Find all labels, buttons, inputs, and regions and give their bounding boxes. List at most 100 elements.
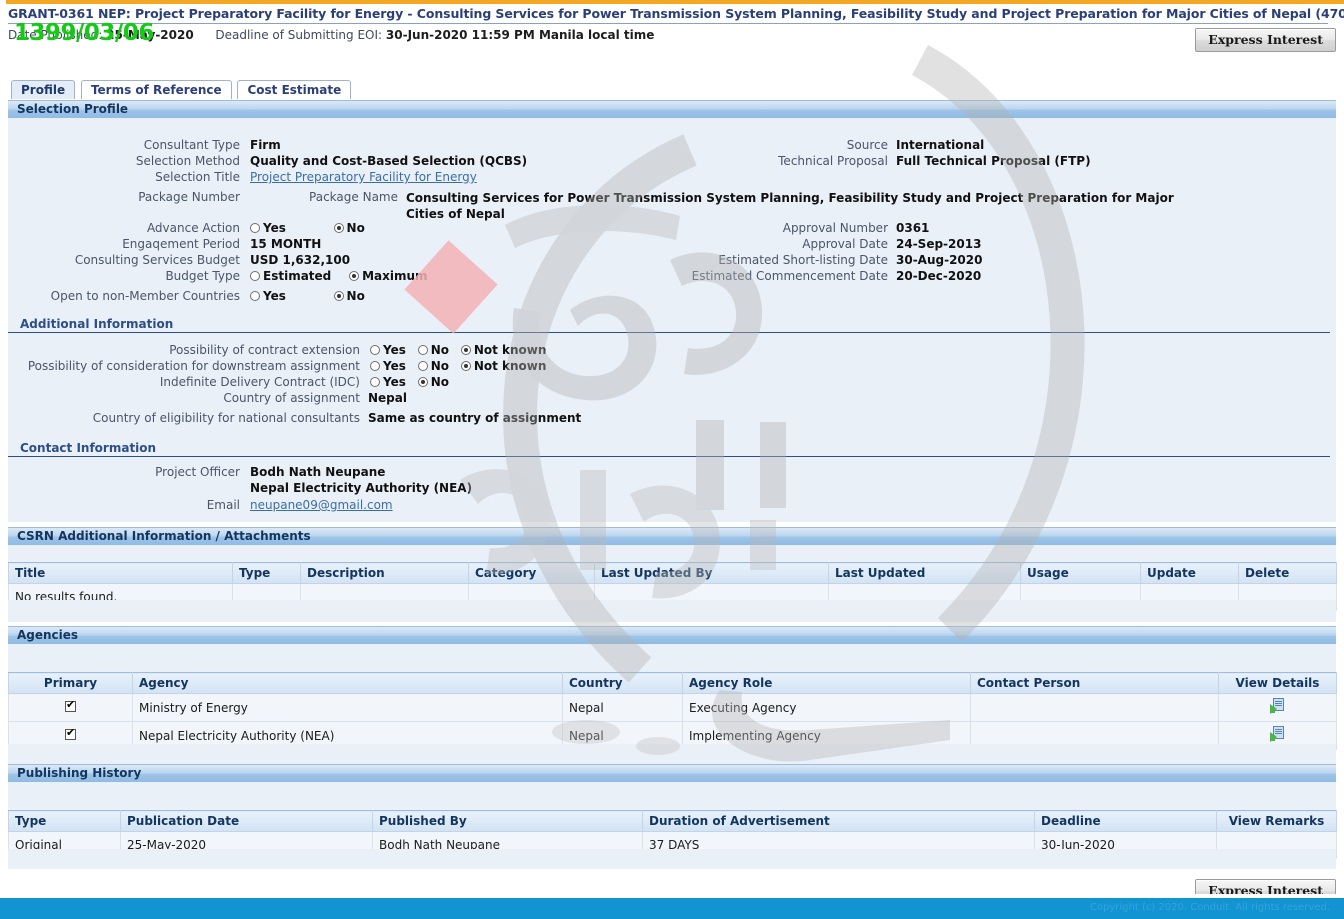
csrn-col-last-updated[interactable]: Last Updated (828, 562, 1021, 584)
selection-title-link[interactable]: Project Preparatory Facility for Energy (250, 170, 477, 184)
advance-action-yes-label: Yes (263, 221, 286, 235)
publishing-history-spacer (8, 782, 1336, 810)
open-non-member-yes-radio[interactable] (250, 291, 260, 301)
consulting-services-budget-label: Consulting Services Budget (74, 253, 240, 267)
table-row: Ministry of Energy Nepal Executing Agenc… (8, 693, 1337, 722)
consultant-type-label: Consultant Type (143, 138, 240, 152)
open-non-member-no-radio[interactable] (333, 291, 344, 301)
package-number-label: Package Number (138, 190, 240, 204)
idc-yes-radio[interactable] (370, 377, 380, 387)
idc-no-radio[interactable] (417, 377, 428, 387)
csrn-col-delete[interactable]: Delete (1238, 562, 1337, 584)
csrn-col-description[interactable]: Description (300, 562, 469, 584)
contact-information-heading-wrap: Contact Information (8, 441, 1330, 457)
open-non-member-yes-label: Yes (263, 289, 286, 303)
package-name-value: Consulting Services for Power Transmissi… (406, 191, 1174, 221)
agencies-col-role[interactable]: Agency Role (682, 672, 971, 694)
tab-cost-estimate[interactable]: Cost Estimate (237, 80, 352, 99)
additional-information-rule (8, 332, 1330, 333)
downstream-notknown-label: Not known (473, 359, 547, 373)
ph-col-published-by[interactable]: Published By (372, 810, 643, 832)
agencies-table: Primary Agency Country Agency Role Conta… (8, 672, 1337, 750)
csrn-header-row: Title Type Description Category Last Upd… (8, 562, 1337, 584)
deadline-label: Deadline of Submitting EOI: (215, 28, 383, 42)
page-footer: Copyright (c) 2020. Conduit. All rights … (0, 898, 1344, 919)
downstream-yes-radio[interactable] (370, 361, 380, 371)
contract-extension-notknown-radio[interactable] (460, 345, 471, 355)
csrn-spacer (8, 545, 1336, 562)
header-subline: Date Published: 25-May-2020 Deadline of … (8, 28, 1336, 42)
advance-action-no-radio[interactable] (333, 223, 344, 233)
csrn-col-type[interactable]: Type (232, 562, 301, 584)
agencies-col-view-details[interactable]: View Details (1218, 672, 1337, 694)
project-officer-org: Nepal Electricity Authority (NEA) (250, 481, 473, 495)
tab-profile[interactable]: Profile (11, 80, 76, 99)
agencies-row-1-primary-cell (8, 693, 133, 722)
copyright-text: Copyright (c) 2020. Conduit. All rights … (1089, 902, 1330, 913)
section-header-agencies: Agencies (8, 626, 1336, 645)
idc-radio-group[interactable]: Yes No (370, 375, 463, 389)
ph-col-deadline[interactable]: Deadline (1034, 810, 1217, 832)
open-non-member-no-label: No (346, 289, 365, 303)
email-label: Email (206, 498, 240, 512)
section-header-selection-profile: Selection Profile (8, 100, 1336, 119)
primary-checkbox[interactable] (65, 698, 76, 712)
agencies-col-primary[interactable]: Primary (8, 672, 133, 694)
section-title-agencies: Agencies (17, 628, 79, 642)
section-title-csrn: CSRN Additional Information / Attachment… (17, 529, 311, 543)
short-listing-date-value: 30-Aug-2020 (896, 253, 983, 267)
ph-col-duration[interactable]: Duration of Advertisement (642, 810, 1035, 832)
primary-checkbox[interactable] (65, 726, 76, 740)
csrn-bottom-spacer (8, 600, 1336, 622)
express-interest-top-container: Express Interest (1195, 28, 1336, 52)
technical-proposal-value: Full Technical Proposal (FTP) (896, 154, 1091, 168)
budget-type-maximum-label: Maximum (362, 269, 428, 283)
express-interest-button-top[interactable]: Express Interest (1195, 28, 1336, 52)
budget-type-estimated-label: Estimated (263, 269, 332, 283)
budget-type-maximum-radio[interactable] (349, 271, 360, 281)
agencies-col-country[interactable]: Country (562, 672, 683, 694)
contract-extension-yes-radio[interactable] (370, 345, 380, 355)
selection-method-label: Selection Method (135, 154, 240, 168)
agencies-col-agency[interactable]: Agency (132, 672, 563, 694)
budget-type-radio-group[interactable]: Estimated Maximum (250, 269, 442, 283)
consulting-services-budget-value: USD 1,632,100 (250, 253, 351, 267)
advance-action-radio-group[interactable]: Yes No (250, 221, 379, 235)
contract-extension-no-label: No (430, 343, 449, 357)
agencies-row-1-view-details-cell[interactable] (1218, 693, 1337, 722)
ph-col-publication-date[interactable]: Publication Date (120, 810, 373, 832)
downstream-assignment-radio-group[interactable]: Yes No Not known (370, 359, 560, 373)
agencies-col-contact-person[interactable]: Contact Person (970, 672, 1219, 694)
downstream-notknown-radio[interactable] (460, 361, 471, 371)
selection-method-value: Quality and Cost-Based Selection (QCBS) (250, 154, 528, 168)
view-details-icon[interactable] (1269, 726, 1286, 742)
csrn-col-last-updated-by[interactable]: Last Updated By (594, 562, 829, 584)
csrn-col-category[interactable]: Category (468, 562, 595, 584)
agencies-row-1-contact (970, 693, 1219, 722)
publishing-history-bottom-spacer (8, 849, 1336, 869)
view-details-icon[interactable] (1269, 698, 1286, 714)
ph-col-view-remarks[interactable]: View Remarks (1216, 810, 1337, 832)
csrn-col-update[interactable]: Update (1140, 562, 1239, 584)
idc-label: Indefinite Delivery Contract (IDC) (159, 375, 360, 389)
project-officer-name: Bodh Nath Neupane (250, 465, 386, 479)
advance-action-yes-radio[interactable] (250, 223, 260, 233)
contact-information-heading: Contact Information (18, 441, 159, 457)
technical-proposal-label: Technical Proposal (778, 154, 888, 168)
tab-bar: Profile Terms of Reference Cost Estimate (11, 80, 353, 99)
email-link[interactable]: neupane09@gmail.com (250, 498, 393, 512)
tab-terms-of-reference[interactable]: Terms of Reference (80, 80, 232, 99)
csrn-col-title[interactable]: Title (8, 562, 233, 584)
idc-no-label: No (430, 375, 449, 389)
downstream-no-radio[interactable] (417, 361, 428, 371)
contract-extension-no-radio[interactable] (417, 345, 428, 355)
contact-information-rule (8, 456, 1330, 457)
agencies-bottom-spacer (8, 744, 1336, 764)
contract-extension-radio-group[interactable]: Yes No Not known (370, 343, 560, 357)
csrn-col-usage[interactable]: Usage (1020, 562, 1141, 584)
ph-col-type[interactable]: Type (8, 810, 121, 832)
open-non-member-radio-group[interactable]: Yes No (250, 289, 379, 303)
page-title: GRANT-0361 NEP: Project Preparatory Faci… (8, 6, 1344, 21)
budget-type-estimated-radio[interactable] (250, 271, 260, 281)
page-header: GRANT-0361 NEP: Project Preparatory Faci… (8, 6, 1344, 42)
